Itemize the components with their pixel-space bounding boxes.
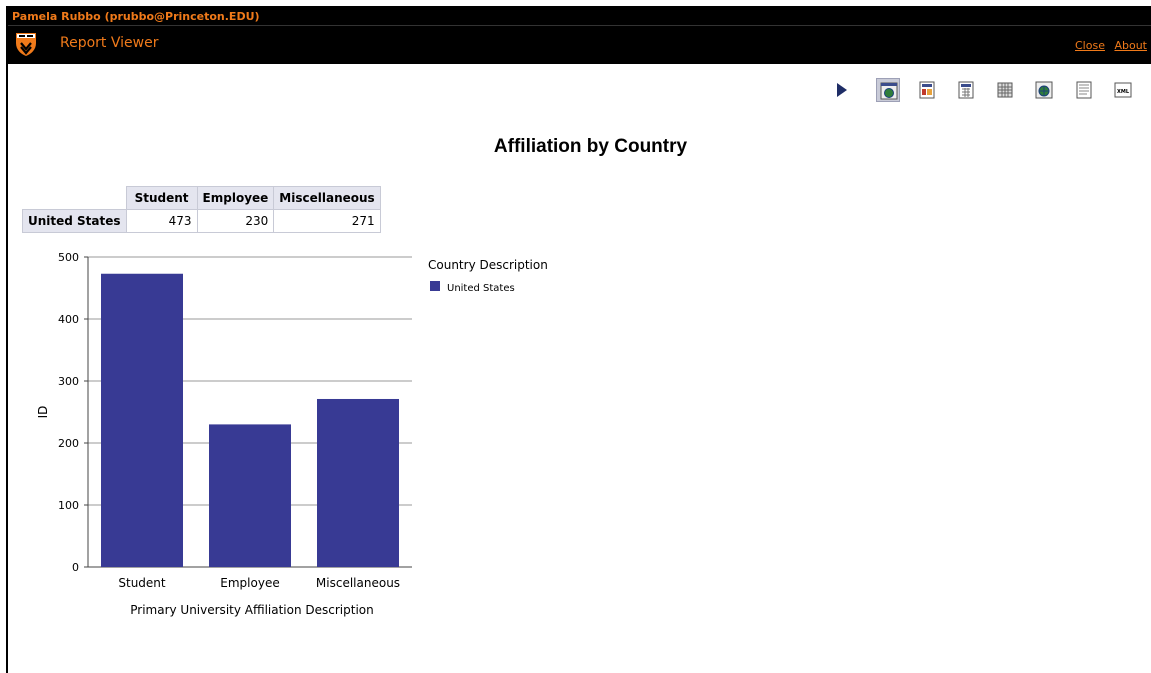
x-tick-label: Student [118, 576, 166, 590]
bar [101, 273, 183, 567]
y-tick-label: 0 [72, 561, 79, 574]
y-tick-label: 100 [58, 499, 79, 512]
y-tick-label: 400 [58, 313, 79, 326]
y-tick-label: 500 [58, 251, 79, 264]
x-axis-label: Primary University Affiliation Descripti… [130, 603, 374, 617]
legend-swatch [430, 281, 440, 291]
y-tick-label: 300 [58, 375, 79, 388]
x-tick-label: Employee [220, 576, 279, 590]
x-tick-label: Miscellaneous [316, 576, 400, 590]
bar [317, 398, 399, 567]
bar [209, 424, 291, 567]
legend-entry: United States [447, 283, 515, 294]
y-axis-label: ID [36, 406, 50, 419]
y-tick-label: 200 [58, 437, 79, 450]
bar-chart: 0 100 200 300 400 500 Student Employee Miscellan… [36, 251, 548, 617]
legend-title: Country Description [428, 258, 548, 272]
